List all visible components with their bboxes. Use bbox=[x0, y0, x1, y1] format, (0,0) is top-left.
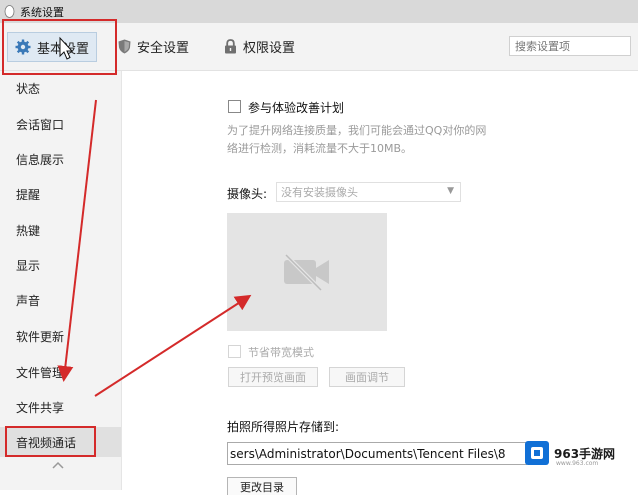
sidebar-item-label: 热键 bbox=[16, 223, 41, 238]
highlight-box-basic-settings bbox=[2, 19, 117, 75]
camera-select[interactable]: 没有安装摄像头 ▼ bbox=[276, 182, 461, 202]
sidebar-item-chat-window[interactable]: 会话窗口 bbox=[0, 109, 121, 139]
shield-icon bbox=[118, 39, 131, 54]
sidebar-item-file-sharing[interactable]: 文件共享 bbox=[0, 392, 121, 422]
sidebar-item-hotkeys[interactable]: 热键 bbox=[0, 215, 121, 245]
camera-preview bbox=[227, 213, 387, 331]
camera-off-icon bbox=[284, 253, 329, 292]
watermark-brand-text: 963手游网 bbox=[554, 446, 616, 461]
highlight-box-audio-video bbox=[5, 426, 96, 457]
open-preview-button[interactable]: 打开预览画面 bbox=[228, 367, 318, 387]
sidebar-item-label: 文件共享 bbox=[16, 400, 65, 415]
watermark-url: www.963.com bbox=[556, 460, 599, 467]
adjust-picture-button[interactable]: 画面调节 bbox=[329, 367, 405, 387]
sidebar-item-status[interactable]: 状态 bbox=[0, 73, 121, 103]
chevron-up-icon[interactable] bbox=[52, 461, 64, 469]
sidebar-item-label: 软件更新 bbox=[16, 329, 65, 344]
sidebar-item-display[interactable]: 显示 bbox=[0, 250, 121, 280]
tab-permission-label: 权限设置 bbox=[243, 41, 296, 56]
sidebar-item-label: 显示 bbox=[16, 258, 41, 273]
sidebar-item-label: 信息展示 bbox=[16, 152, 65, 167]
window-title: 系统设置 bbox=[20, 5, 64, 19]
settings-content: 参与体验改善计划 为了提升网络连接质量，我们可能会通过QQ对你的网络进行检测，消… bbox=[122, 71, 638, 495]
experience-plan-checkbox[interactable] bbox=[228, 100, 241, 113]
save-path-label: 拍照所得照片存储到: bbox=[227, 420, 340, 434]
qq-penguin-icon bbox=[4, 5, 15, 18]
camera-select-value: 没有安装摄像头 bbox=[281, 186, 358, 199]
sidebar-item-label: 状态 bbox=[16, 81, 41, 96]
sidebar-item-sound[interactable]: 声音 bbox=[0, 285, 121, 315]
sidebar-item-reminder[interactable]: 提醒 bbox=[0, 179, 121, 209]
experience-plan-description: 为了提升网络连接质量，我们可能会通过QQ对你的网络进行检测，消耗流量不大于10M… bbox=[227, 124, 487, 155]
brand-logo-icon bbox=[525, 441, 549, 465]
sidebar-item-info-display[interactable]: 信息展示 bbox=[0, 144, 121, 174]
sidebar-item-label: 文件管理 bbox=[16, 365, 65, 380]
tab-security-settings[interactable]: 安全设置 bbox=[118, 23, 189, 70]
lock-icon bbox=[225, 39, 236, 54]
tab-permission-settings[interactable]: 权限设置 bbox=[224, 23, 295, 70]
change-directory-button[interactable]: 更改目录 bbox=[227, 477, 297, 495]
settings-search-input[interactable] bbox=[509, 36, 631, 56]
sidebar-item-file-management[interactable]: 文件管理 bbox=[0, 357, 121, 387]
experience-plan-label: 参与体验改善计划 bbox=[248, 101, 345, 115]
bandwidth-mode-label: 节省带宽模式 bbox=[248, 346, 314, 359]
camera-label: 摄像头: bbox=[227, 187, 268, 201]
chevron-down-icon: ▼ bbox=[447, 186, 454, 196]
sidebar-item-software-update[interactable]: 软件更新 bbox=[0, 321, 121, 351]
save-path-field[interactable]: sers\Administrator\Documents\Tencent Fil… bbox=[227, 442, 527, 465]
bandwidth-mode-checkbox[interactable] bbox=[228, 345, 241, 358]
sidebar-item-label: 会话窗口 bbox=[16, 117, 65, 132]
sidebar-item-label: 提醒 bbox=[16, 187, 41, 202]
sidebar-item-label: 声音 bbox=[16, 293, 41, 308]
tab-security-label: 安全设置 bbox=[137, 41, 190, 56]
